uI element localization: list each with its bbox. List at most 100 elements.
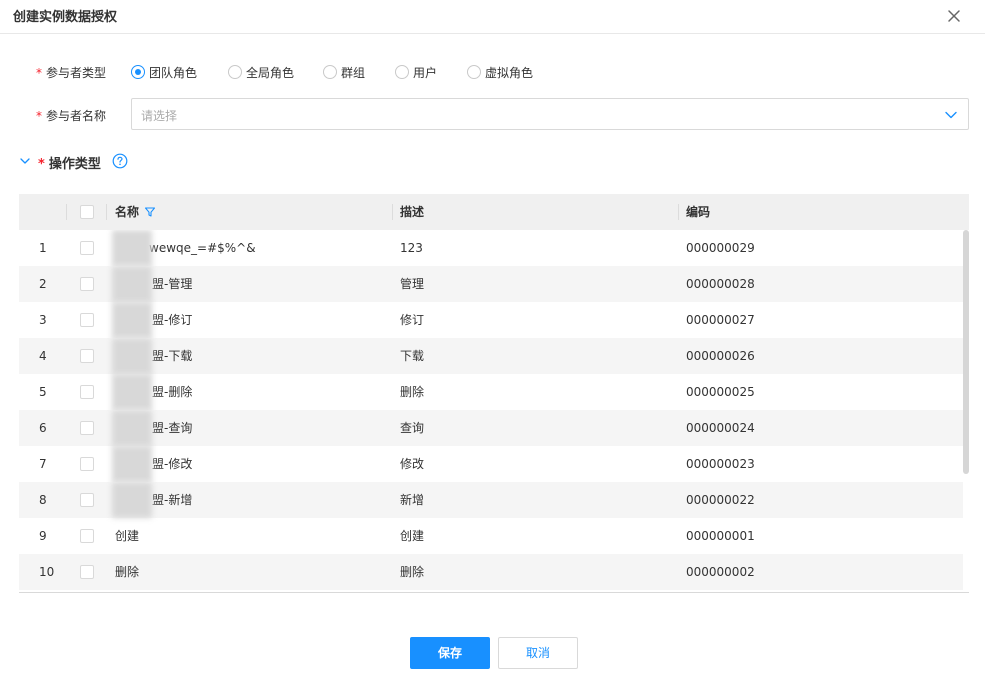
row-index: 1 [39, 241, 47, 255]
row-checkbox[interactable] [80, 421, 94, 435]
row-code: 000000002 [686, 565, 755, 579]
table-row[interactable]: 7 盟-修改 修改 000000023 [19, 446, 963, 482]
table-row[interactable]: 10 删除 删除 000000002 [19, 554, 963, 590]
row-checkbox[interactable] [80, 493, 94, 507]
row-code: 000000027 [686, 313, 755, 327]
table-row[interactable]: 6 盟-查询 查询 000000024 [19, 410, 963, 446]
row-description: 下载 [400, 349, 425, 363]
row-checkbox[interactable] [80, 313, 94, 327]
radio-global-role[interactable]: 全局角色 [228, 62, 294, 82]
table-row[interactable]: 1 wewqe_=#$%^& 123 000000029 [19, 230, 963, 266]
table-row[interactable]: 3 盟-修订 修订 000000027 [19, 302, 963, 338]
chevron-down-icon [944, 108, 958, 122]
row-name: 盟-查询 [152, 421, 193, 435]
row-checkbox[interactable] [80, 349, 94, 363]
create-instance-auth-dialog: 创建实例数据授权 * 参与者类型 团队角色 全局角色 群组 用户 虚拟角色 * … [0, 0, 985, 676]
row-checkbox[interactable] [80, 565, 94, 579]
filter-icon[interactable] [144, 206, 156, 218]
row-code: 000000026 [686, 349, 755, 363]
row-name: wewqe_=#$%^& [149, 241, 256, 255]
row-name: 创建 [115, 529, 140, 543]
collapse-chevron-icon[interactable] [19, 155, 31, 167]
row-index: 6 [39, 421, 47, 435]
row-description: 新增 [400, 493, 425, 507]
row-description: 修改 [400, 457, 425, 471]
redacted-name-prefix [112, 374, 152, 410]
close-icon[interactable] [944, 6, 964, 26]
radio-team-role[interactable]: 团队角色 [131, 62, 197, 82]
select-placeholder: 请选择 [141, 109, 178, 123]
required-mark: * [38, 157, 45, 172]
redacted-name-prefix [112, 230, 152, 266]
column-divider [678, 204, 679, 220]
operation-type-table: 名称 描述 编码 1 wewqe_=#$%^& 123 000000029 2 盟-管理 管… [19, 194, 969, 594]
row-description: 管理 [400, 277, 425, 291]
radio-circle [323, 65, 337, 79]
participant-type-label: * 参与者类型 [36, 66, 107, 80]
row-code: 000000029 [686, 241, 755, 255]
row-checkbox[interactable] [80, 529, 94, 543]
row-checkbox[interactable] [80, 385, 94, 399]
row-name: 盟-修改 [152, 457, 193, 471]
radio-circle [395, 65, 409, 79]
radio-circle [467, 65, 481, 79]
row-description: 修订 [400, 313, 425, 327]
row-code: 000000024 [686, 421, 755, 435]
row-description: 创建 [400, 529, 425, 543]
row-index: 2 [39, 277, 47, 291]
select-all-checkbox[interactable] [80, 205, 94, 219]
row-index: 8 [39, 493, 47, 507]
row-name: 盟-修订 [152, 313, 193, 327]
row-description: 删除 [400, 385, 425, 399]
row-index: 10 [39, 565, 55, 579]
table-row[interactable]: 4 盟-下载 下载 000000026 [19, 338, 963, 374]
table-header: 名称 描述 编码 [19, 194, 969, 230]
cancel-button[interactable]: 取消 [498, 637, 578, 669]
row-code: 000000025 [686, 385, 755, 399]
column-divider [66, 204, 67, 220]
table-row[interactable]: 2 盟-管理 管理 000000028 [19, 266, 963, 302]
radio-user[interactable]: 用户 [395, 62, 437, 82]
radio-circle [131, 65, 145, 79]
row-name: 盟-删除 [152, 385, 193, 399]
row-checkbox[interactable] [80, 241, 94, 255]
table-scrollbar-thumb[interactable] [963, 230, 969, 474]
table-row[interactable]: 8 盟-新增 新增 000000022 [19, 482, 963, 518]
participant-name-select[interactable]: 请选择 [131, 98, 969, 130]
participant-name-label: * 参与者名称 [36, 109, 107, 123]
table-body: 1 wewqe_=#$%^& 123 000000029 2 盟-管理 管理 00000002… [19, 230, 963, 590]
table-row[interactable]: 5 盟-删除 删除 000000025 [19, 374, 963, 410]
redacted-name-prefix [112, 410, 152, 446]
required-mark: * [36, 109, 42, 123]
column-divider [106, 204, 107, 220]
table-row[interactable]: 9 创建 创建 000000001 [19, 518, 963, 554]
dialog-header: 创建实例数据授权 [0, 0, 985, 34]
save-button[interactable]: 保存 [410, 637, 490, 669]
radio-virtual-role[interactable]: 虚拟角色 [467, 62, 533, 82]
column-header-name[interactable]: 名称 [115, 194, 139, 230]
row-name: 盟-管理 [152, 277, 193, 291]
row-description: 123 [400, 241, 423, 255]
operation-type-title: * 操作类型 [38, 157, 101, 172]
row-code: 000000022 [686, 493, 755, 507]
radio-circle [228, 65, 242, 79]
help-icon[interactable] [112, 153, 128, 169]
row-name: 盟-下载 [152, 349, 193, 363]
redacted-name-prefix [112, 446, 152, 482]
column-header-code: 编码 [686, 205, 711, 219]
redacted-name-prefix [112, 482, 152, 518]
row-name: 删除 [115, 565, 140, 579]
row-code: 000000023 [686, 457, 755, 471]
row-index: 7 [39, 457, 47, 471]
radio-group-option[interactable]: 群组 [323, 62, 365, 82]
row-description: 删除 [400, 565, 425, 579]
table-bottom-border [19, 592, 969, 593]
required-mark: * [36, 66, 42, 80]
redacted-name-prefix [112, 338, 152, 374]
column-divider [392, 204, 393, 220]
row-checkbox[interactable] [80, 457, 94, 471]
row-index: 3 [39, 313, 47, 327]
row-name: 盟-新增 [152, 493, 193, 507]
row-checkbox[interactable] [80, 277, 94, 291]
row-code: 000000001 [686, 529, 755, 543]
